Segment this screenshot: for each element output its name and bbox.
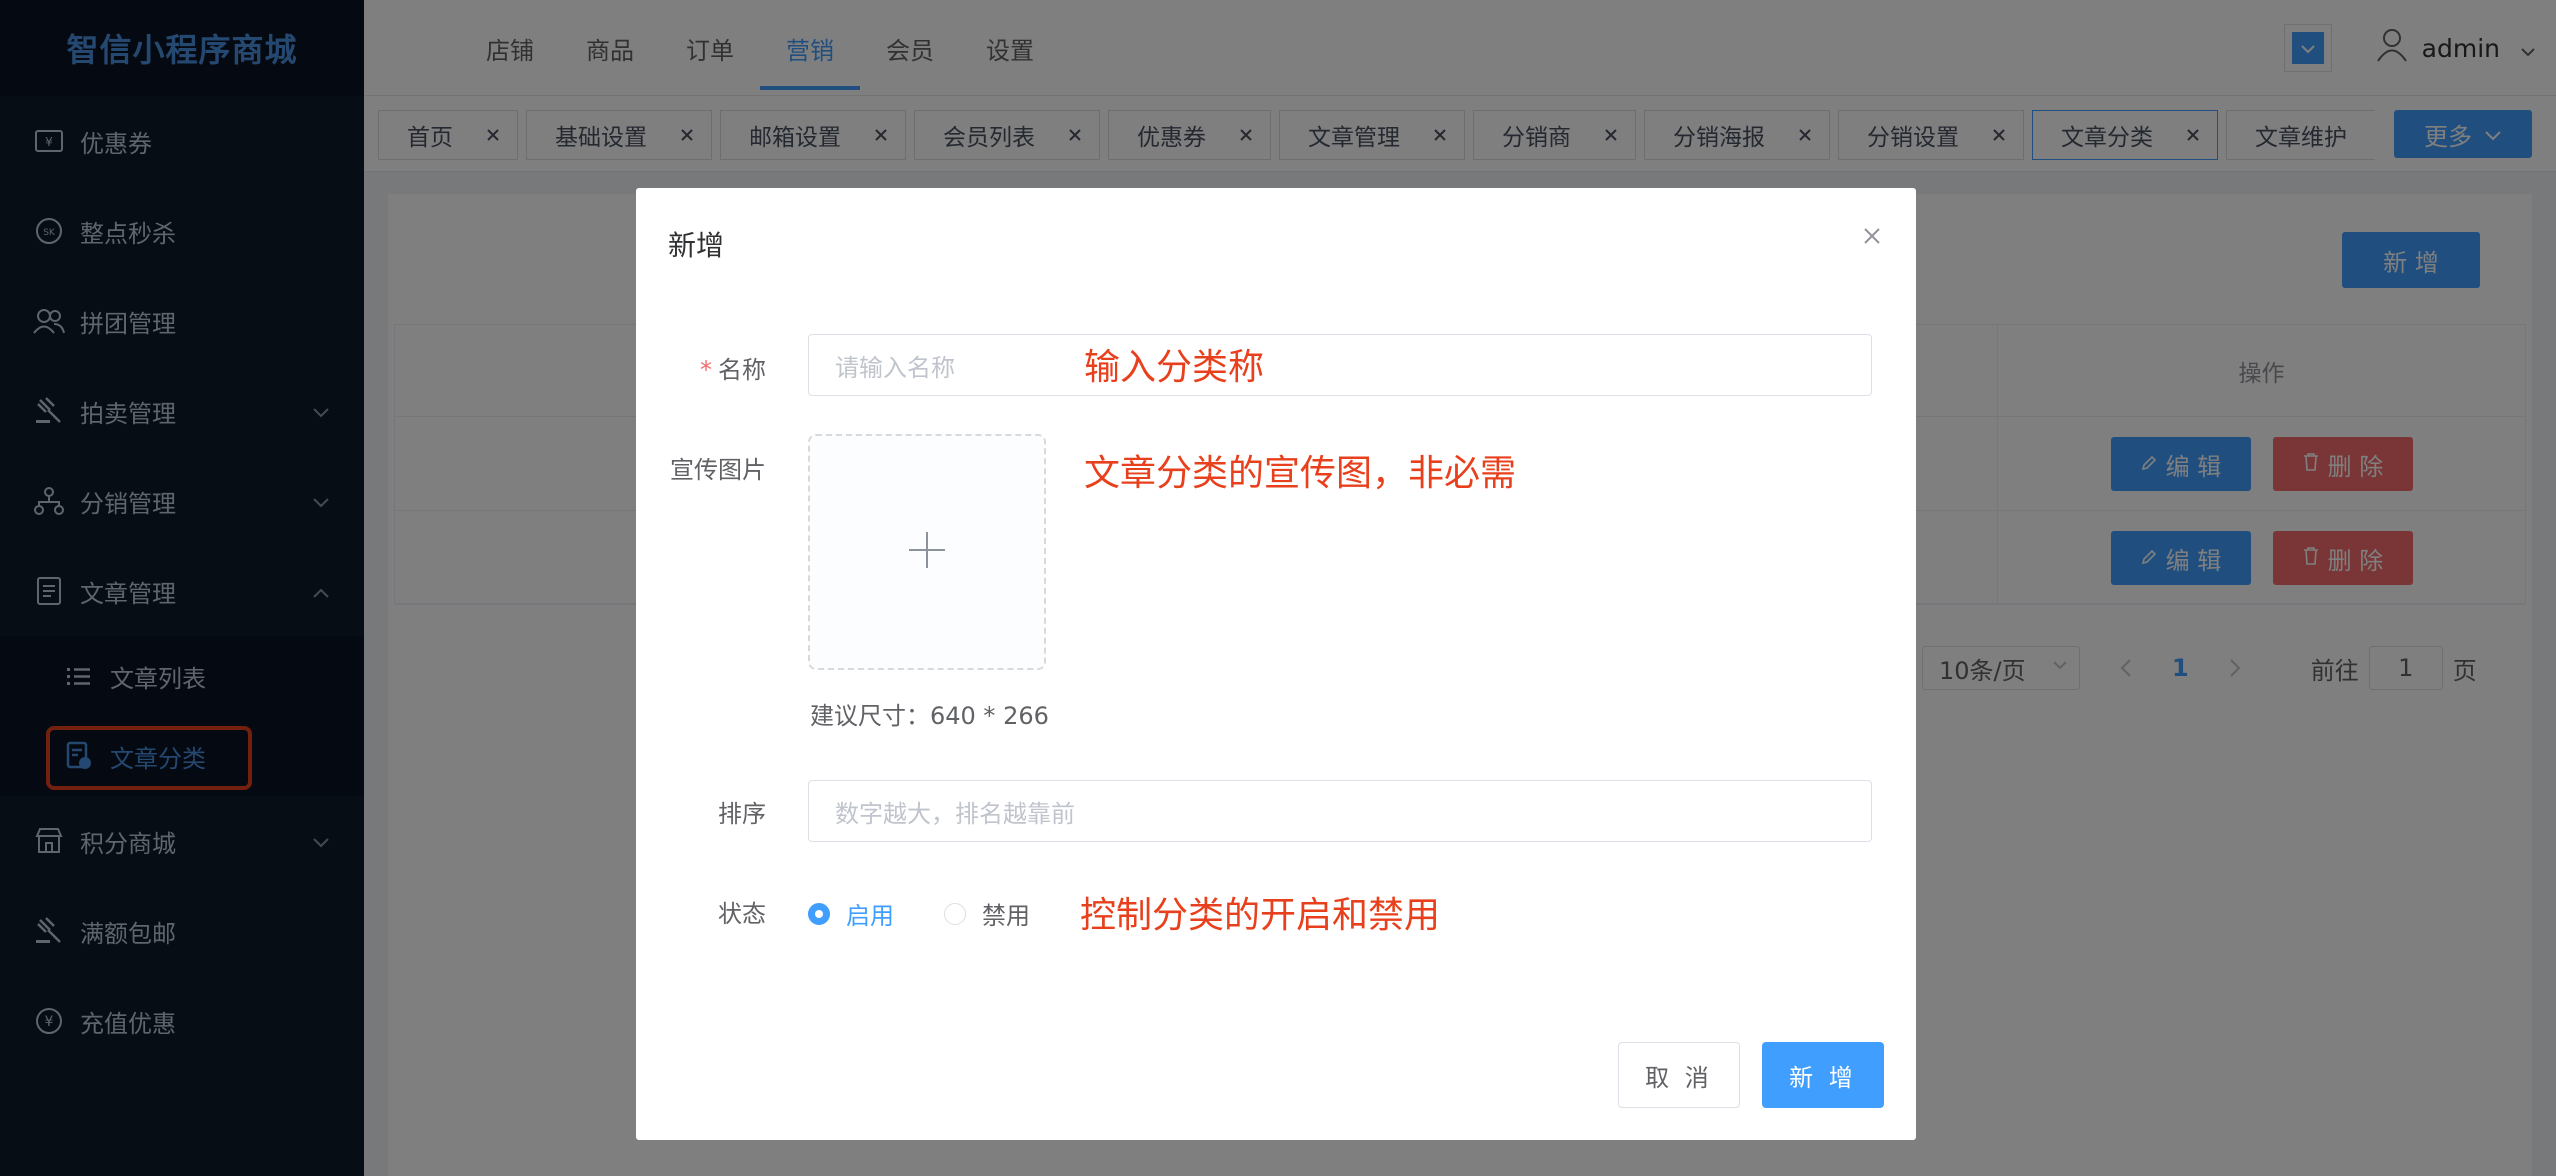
annotation-image: 文章分类的宣传图，非必需 — [1084, 453, 1517, 494]
status-radio-enabled[interactable]: 启用 — [808, 896, 894, 931]
annotation-status: 控制分类的开启和禁用 — [1080, 895, 1441, 936]
name-label-text: 名称 — [718, 356, 766, 384]
add-category-dialog: 新增 * 名称 请输入名称 输入分类称 宣传图片 文章分类的宣传图，非必需 建议尺… — [636, 188, 1916, 1140]
image-label: 宣传图片 — [670, 456, 766, 484]
sort-placeholder: 数字越大，排名越靠前 — [835, 799, 1075, 828]
sort-input[interactable]: 数字越大，排名越靠前 — [808, 780, 1872, 842]
name-label: * 名称 — [700, 356, 766, 384]
annotation-name: 输入分类称 — [1084, 347, 1265, 388]
image-upload-area[interactable] — [808, 434, 1046, 670]
radio-checked-icon — [808, 902, 830, 925]
name-input[interactable]: 请输入名称 — [808, 334, 1872, 396]
name-placeholder: 请输入名称 — [835, 353, 955, 382]
plus-icon — [907, 530, 947, 574]
dialog-title: 新增 — [668, 229, 725, 262]
sort-label: 排序 — [718, 800, 766, 828]
submit-button[interactable]: 新 增 — [1762, 1042, 1884, 1108]
image-size-hint: 建议尺寸：640 * 266 — [810, 702, 1049, 730]
radio-label: 禁用 — [982, 902, 1030, 930]
radio-unchecked-icon — [944, 902, 966, 925]
status-radio-disabled[interactable]: 禁用 — [944, 896, 1030, 931]
status-label: 状态 — [718, 900, 766, 928]
close-icon[interactable] — [1862, 226, 1882, 250]
cancel-button[interactable]: 取 消 — [1618, 1042, 1740, 1108]
radio-label: 启用 — [846, 902, 894, 930]
